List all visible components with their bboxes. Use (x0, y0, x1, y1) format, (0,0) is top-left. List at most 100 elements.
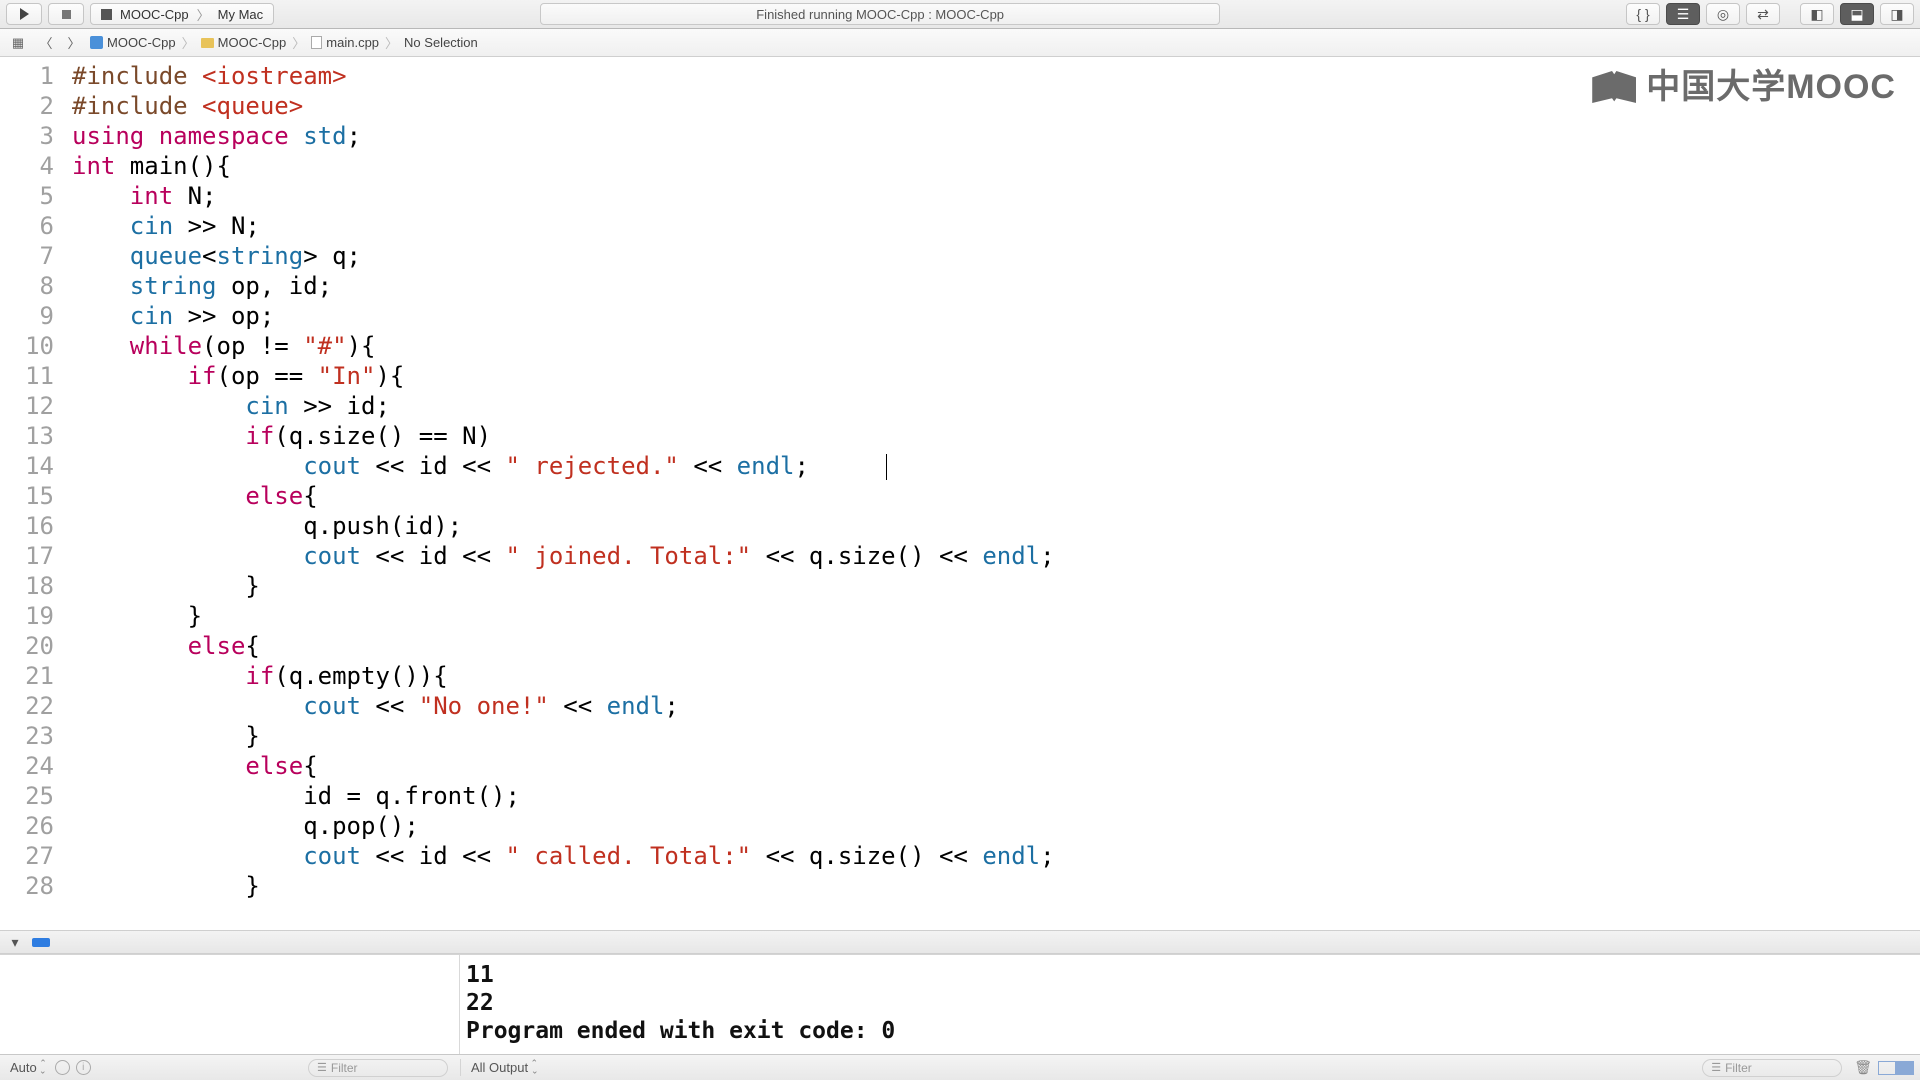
run-button[interactable] (6, 3, 42, 25)
console-footer: All Output (460, 1059, 546, 1076)
variables-filter[interactable]: ☰ Filter (308, 1059, 448, 1077)
code-line[interactable]: using namespace std; (72, 121, 1055, 151)
line-number: 17 (0, 541, 54, 571)
scheme-project: MOOC-Cpp (120, 7, 189, 22)
line-number: 28 (0, 871, 54, 901)
filter-placeholder: Filter (1725, 1061, 1752, 1075)
code-line[interactable]: else{ (72, 631, 1055, 661)
line-number: 22 (0, 691, 54, 721)
code-line[interactable]: queue<string> q; (72, 241, 1055, 271)
info-icon[interactable]: i (76, 1060, 91, 1075)
auto-selector[interactable]: Auto (6, 1059, 49, 1076)
code-content[interactable]: #include <iostream>#include <queue>using… (72, 57, 1055, 930)
text-cursor (886, 454, 887, 480)
line-number: 14 (0, 451, 54, 481)
line-number: 1 (0, 61, 54, 91)
line-number: 3 (0, 121, 54, 151)
scope-icon[interactable] (55, 1060, 70, 1075)
code-line[interactable]: id = q.front(); (72, 781, 1055, 811)
toggle-navigator-button[interactable]: ◧ (1800, 3, 1834, 25)
code-line[interactable]: #include <iostream> (72, 61, 1055, 91)
folder-icon (201, 38, 214, 48)
hide-debug-button[interactable]: ▾ (6, 935, 24, 949)
code-line[interactable]: if(op == "In"){ (72, 361, 1055, 391)
code-line[interactable]: string op, id; (72, 271, 1055, 301)
toggle-inspector-button[interactable]: ◨ (1880, 3, 1914, 25)
file-icon (311, 36, 322, 49)
scheme-selector[interactable]: MOOC-Cpp 〉 My Mac (90, 3, 274, 25)
code-line[interactable]: } (72, 721, 1055, 751)
code-line[interactable]: if(q.empty()){ (72, 661, 1055, 691)
code-line[interactable]: cin >> N; (72, 211, 1055, 241)
scheme-destination: My Mac (218, 7, 264, 22)
line-number: 19 (0, 601, 54, 631)
code-line[interactable]: cout << id << " joined. Total:" << q.siz… (72, 541, 1055, 571)
code-line[interactable]: q.push(id); (72, 511, 1055, 541)
variables-view[interactable] (0, 955, 460, 1054)
code-line[interactable]: else{ (72, 751, 1055, 781)
code-line[interactable]: } (72, 571, 1055, 601)
line-number: 26 (0, 811, 54, 841)
console-filter[interactable]: ☰ Filter (1702, 1059, 1842, 1077)
forward-button[interactable]: 〉 (62, 33, 86, 53)
mooc-watermark: 中国大学MOOC (1592, 71, 1896, 103)
code-review-button[interactable]: { } (1626, 3, 1660, 25)
chevron-right-icon: 〉 (193, 5, 214, 24)
clear-console-button[interactable]: 🗑 (1854, 1059, 1872, 1076)
related-items-button[interactable]: ▦ (6, 33, 30, 53)
jumpbar-selection[interactable]: No Selection (404, 35, 478, 50)
code-line[interactable]: int main(){ (72, 151, 1055, 181)
watermark-text: 中国大学MOOC (1646, 72, 1896, 102)
chevron-right-icon: 〉 (383, 33, 400, 52)
status-text: Finished running MOOC-Cpp : MOOC-Cpp (756, 7, 1004, 22)
breakpoint-toggle[interactable] (32, 935, 50, 949)
code-line[interactable]: #include <queue> (72, 91, 1055, 121)
code-line[interactable]: int N; (72, 181, 1055, 211)
code-line[interactable]: if(q.size() == N) (72, 421, 1055, 451)
line-number: 12 (0, 391, 54, 421)
jumpbar-folder[interactable]: MOOC-Cpp (201, 35, 287, 50)
version-editor-button[interactable]: ◎ (1706, 3, 1740, 25)
code-line[interactable]: while(op != "#"){ (72, 331, 1055, 361)
assistant-editor-button[interactable]: ⇄ (1746, 3, 1780, 25)
line-number: 27 (0, 841, 54, 871)
line-number: 9 (0, 301, 54, 331)
filter-icon: ☰ (1711, 1061, 1721, 1074)
jump-bar: ▦ 〈 〉 MOOC-Cpp 〉 MOOC-Cpp 〉 main.cpp 〉 N… (0, 29, 1920, 57)
console-footer-right: ☰ Filter 🗑 (1696, 1059, 1920, 1077)
jumpbar-folder-label: MOOC-Cpp (218, 35, 287, 50)
activity-status: Finished running MOOC-Cpp : MOOC-Cpp (540, 3, 1220, 25)
jumpbar-file[interactable]: main.cpp (311, 35, 379, 50)
code-line[interactable]: else{ (72, 481, 1055, 511)
line-number: 11 (0, 361, 54, 391)
filter-placeholder: Filter (331, 1061, 358, 1075)
code-line[interactable]: cout << "No one!" << endl; (72, 691, 1055, 721)
stop-button[interactable] (48, 3, 84, 25)
console-panel-toggle[interactable] (1878, 1061, 1914, 1075)
line-number: 8 (0, 271, 54, 301)
output-mode-selector[interactable]: All Output (467, 1059, 540, 1076)
console-output[interactable]: 11 22 Program ended with exit code: 0 (460, 955, 1920, 1054)
line-number: 21 (0, 661, 54, 691)
code-line[interactable]: cout << id << " rejected." << endl; (72, 451, 1055, 481)
line-number: 18 (0, 571, 54, 601)
book-icon (1592, 71, 1636, 103)
code-line[interactable]: } (72, 871, 1055, 901)
left-panel-icon (1878, 1061, 1896, 1075)
code-line[interactable]: cout << id << " called. Total:" << q.siz… (72, 841, 1055, 871)
jumpbar-project[interactable]: MOOC-Cpp (90, 35, 176, 50)
right-panel-icon (1896, 1061, 1914, 1075)
line-number-gutter: 1234567891011121314151617181920212223242… (0, 57, 72, 930)
back-button[interactable]: 〈 (34, 33, 58, 53)
project-icon (90, 36, 103, 49)
code-line[interactable]: q.pop(); (72, 811, 1055, 841)
code-line[interactable]: cin >> id; (72, 391, 1055, 421)
debug-console: 11 22 Program ended with exit code: 0 (0, 954, 1920, 1054)
play-icon (20, 8, 29, 20)
code-editor[interactable]: 1234567891011121314151617181920212223242… (0, 57, 1920, 930)
standard-editor-button[interactable]: ☰ (1666, 3, 1700, 25)
code-line[interactable]: } (72, 601, 1055, 631)
code-line[interactable]: cin >> op; (72, 301, 1055, 331)
toggle-debug-area-button[interactable]: ⬓ (1840, 3, 1874, 25)
chevron-right-icon: 〉 (290, 33, 307, 52)
